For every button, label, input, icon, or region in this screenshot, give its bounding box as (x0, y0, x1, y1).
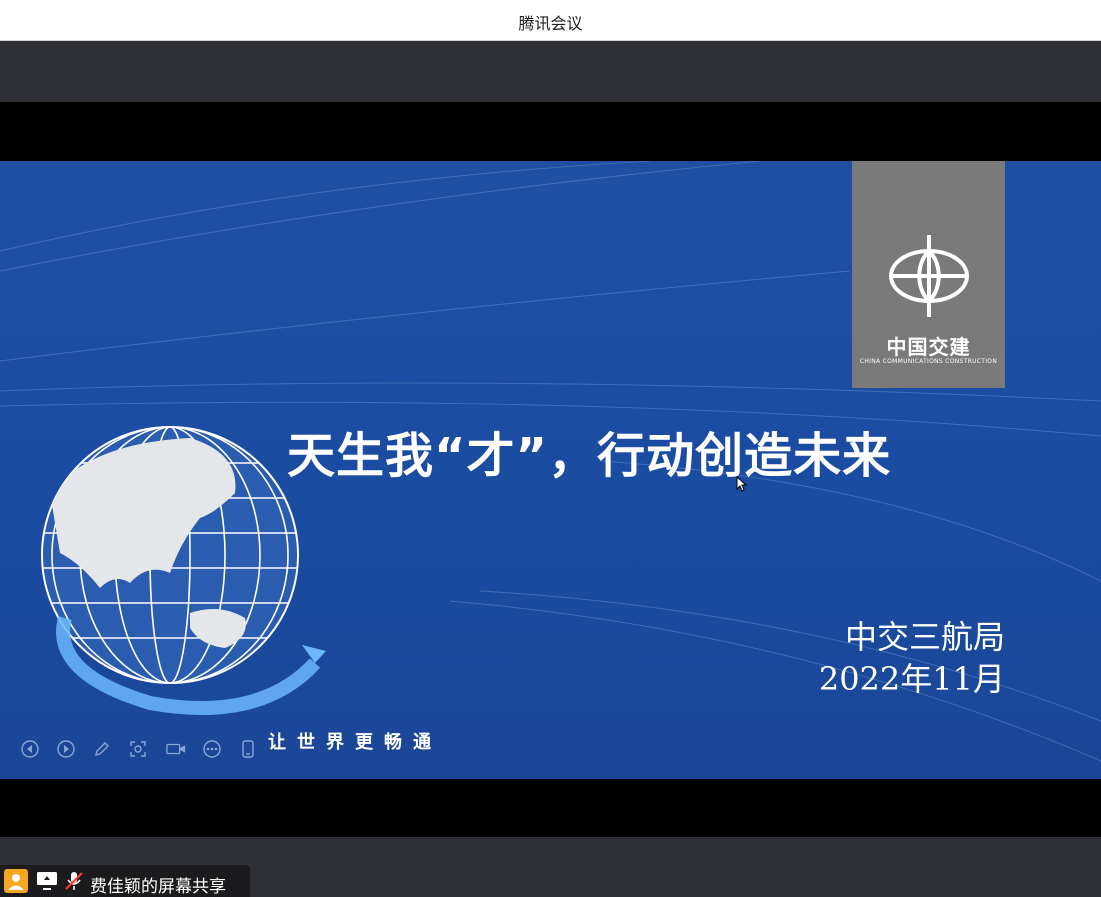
avatar[interactable] (4, 869, 28, 893)
shared-screen-stage: 中国交建 CHINA COMMUNICATIONS CONSTRUCTION 天… (0, 41, 1101, 897)
logo-name-en: CHINA COMMUNICATIONS CONSTRUCTION (859, 358, 998, 365)
mic-muted-icon (65, 872, 83, 890)
logo-name-cn: 中国交建 (886, 335, 971, 359)
presentation-slide: 中国交建 CHINA COMMUNICATIONS CONSTRUCTION 天… (0, 161, 1101, 779)
mouse-cursor-icon (736, 476, 748, 492)
slide-headline: 天生我“才”，行动创造未来 (287, 428, 892, 484)
pen-icon[interactable] (92, 739, 112, 759)
letterbox-top (0, 102, 1101, 161)
prev-icon[interactable] (20, 739, 40, 759)
organization-block: 中交三航局 2022年11月 (819, 616, 1005, 700)
screen-share-label: 费佳颖的屏幕共享 (90, 877, 226, 897)
user-icon (8, 874, 24, 890)
window-title: 腾讯会议 (518, 14, 583, 33)
organization-name: 中交三航局 (844, 618, 1005, 656)
phone-icon[interactable] (238, 739, 258, 759)
ccc-logo-icon (889, 235, 969, 317)
next-icon[interactable] (56, 739, 76, 759)
camera-icon[interactable] (166, 739, 186, 759)
window-titlebar: 腾讯会议 (0, 0, 1101, 41)
more-icon[interactable] (202, 739, 222, 759)
globe-icon (41, 426, 326, 715)
slide-date: 2022年11月 (818, 660, 1005, 698)
zoom-icon[interactable] (128, 739, 148, 759)
company-logo-panel: 中国交建 CHINA COMMUNICATIONS CONSTRUCTION (852, 161, 1005, 388)
screen-share-indicator[interactable]: 费佳颖的屏幕共享 (0, 865, 250, 897)
slide-slogan: 让世界更畅通 (268, 732, 442, 753)
screen-share-icon (37, 872, 57, 890)
letterbox-bottom (0, 779, 1101, 837)
